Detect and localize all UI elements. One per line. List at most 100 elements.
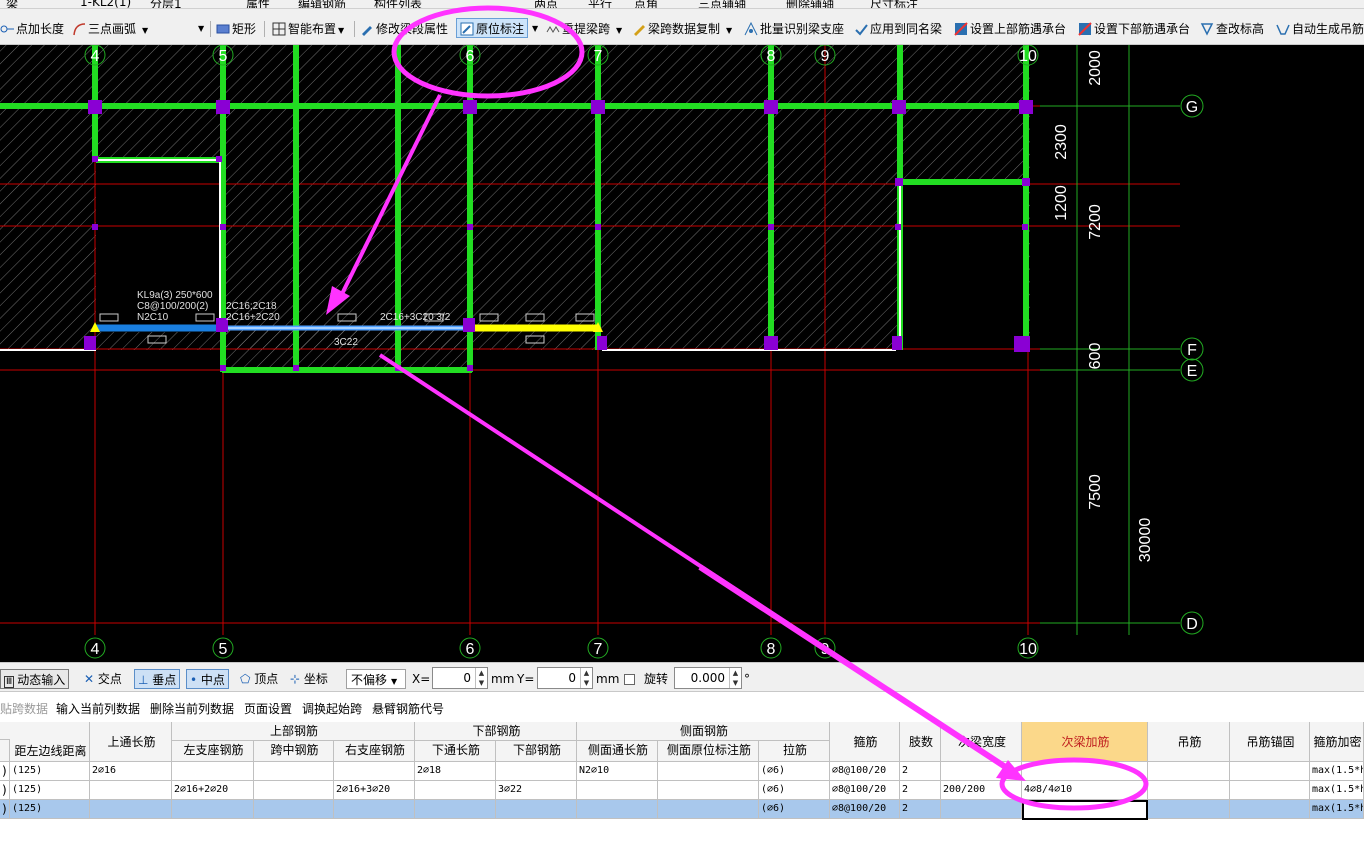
input-column-data-button[interactable]: 输入当前列数据 [56, 700, 140, 717]
cell-stirrup[interactable]: ⌀8@100/20 [830, 781, 900, 800]
annotation-dropdown-arrow[interactable]: ▼ [532, 19, 538, 39]
header-mid-span[interactable]: 跨中钢筋 [254, 741, 334, 762]
cell-secondary-width[interactable]: 200/200 [941, 781, 1022, 800]
cell-left[interactable]: 2⌀16+2⌀20 [172, 781, 254, 800]
rotate-angle-input[interactable]: 0.000 ▲ ▼ [674, 667, 742, 689]
original-annotation-button[interactable]: 原位标注 [456, 18, 529, 38]
header-secondary-width[interactable]: 次梁宽度 [941, 722, 1022, 762]
cell-hanger[interactable] [1148, 800, 1230, 819]
check-elevation-button[interactable]: 查改标高 [1200, 19, 1264, 39]
header-hanger-anchor[interactable]: 吊筋锚固 [1230, 722, 1310, 762]
three-point-arc-button[interactable]: 三点画弧 ▼ [72, 19, 148, 39]
header-side-through[interactable]: 侧面通长筋 [577, 741, 658, 762]
cell-side-original[interactable] [658, 781, 759, 800]
cell-bottom[interactable]: 3⌀22 [496, 781, 577, 800]
cell-bottom[interactable] [496, 762, 577, 781]
cell-secondary-addition[interactable] [1022, 762, 1148, 781]
point-length-button[interactable]: 点加长度 [0, 19, 64, 39]
vertex-snap[interactable]: ⬠ 顶点 [240, 669, 278, 689]
cell-top-through[interactable] [90, 800, 172, 819]
cell-right[interactable] [334, 800, 415, 819]
component-list-button[interactable]: 构件列表 [374, 0, 422, 8]
header-right-support[interactable]: 右支座钢筋 [334, 741, 415, 762]
drawing-canvas[interactable]: 4 5 6 7 8 9 10 4 5 6 7 8 9 10 G F E D 20… [0, 45, 1364, 662]
header-legs[interactable]: 肢数 [900, 722, 941, 762]
header-edge-distance[interactable]: 距左边线距离 [10, 722, 90, 762]
edit-rebar-button[interactable]: 编辑钢筋 [298, 0, 346, 8]
header-tie[interactable]: 拉筋 [759, 741, 830, 762]
component-type-select[interactable]: 梁 [6, 0, 18, 8]
cell-bottom-through[interactable] [415, 800, 496, 819]
coordinate-snap[interactable]: ⊹ 坐标 [290, 669, 328, 689]
header-top-through[interactable]: 上通长筋 [90, 722, 172, 762]
cell-side-original[interactable] [658, 762, 759, 781]
cell-hanger-anchor[interactable] [1230, 800, 1310, 819]
auto-hanger-button[interactable]: 自动生成吊筋 [1276, 19, 1364, 39]
floor-select[interactable]: 分层1 [150, 0, 182, 8]
shape-dropdown-arrow[interactable]: ▼ [198, 19, 204, 39]
cell-hanger[interactable] [1148, 781, 1230, 800]
perpendicular-snap[interactable]: ⊥ 垂点 [134, 669, 181, 689]
batch-identify-button[interactable]: 批量识别梁支座 [744, 19, 844, 39]
header-stirrup[interactable]: 箍筋 [830, 722, 900, 762]
cell-secondary-addition-active[interactable] [1022, 800, 1148, 820]
cell-stirrup[interactable]: ⌀8@100/20 [830, 762, 900, 781]
cell-side-through[interactable] [577, 781, 658, 800]
dynamic-input-toggle[interactable]: Ⅲ 动态输入 [0, 669, 70, 689]
cell-secondary-addition[interactable]: 4⌀8/4⌀10 [1022, 781, 1148, 800]
cell-mid[interactable] [254, 762, 334, 781]
cell-legs[interactable]: 2 [900, 781, 941, 800]
cell-legs[interactable]: 2 [900, 800, 941, 819]
cell-tie[interactable]: (⌀6) [759, 762, 830, 781]
cell-bottom-through[interactable]: 2⌀18 [415, 762, 496, 781]
cell-right[interactable]: 2⌀16+3⌀20 [334, 781, 415, 800]
cell-stirrup[interactable]: ⌀8@100/20 [830, 800, 900, 819]
component-name-select[interactable]: 1-KL2(1) [80, 0, 131, 8]
rotate-checkbox[interactable] [624, 674, 635, 685]
header-bottom-rebar[interactable]: 下部钢筋 [496, 741, 577, 762]
intersection-snap[interactable]: ✕ 交点 [84, 669, 122, 689]
header-side-original[interactable]: 侧面原位标注筋 [658, 741, 759, 762]
reextract-span-button[interactable]: 重提梁跨 ▼ [546, 19, 622, 39]
cell-tie[interactable]: (⌀6) [759, 781, 830, 800]
midpoint-snap[interactable]: • 中点 [186, 669, 229, 689]
cell-mid[interactable] [254, 781, 334, 800]
x-spinner[interactable]: ▲ ▼ [475, 668, 487, 688]
offset-select[interactable]: 不偏移 ▼ [346, 669, 406, 689]
structural-plan-drawing[interactable]: 4 5 6 7 8 9 10 4 5 6 7 8 9 10 G F E D 20… [0, 45, 1364, 662]
header-bottom-through[interactable]: 下通长筋 [415, 741, 496, 762]
cell-edge[interactable]: (125) [10, 781, 90, 800]
three-point-axis-button[interactable]: 三点辅轴 [698, 0, 746, 8]
cantilever-code-button[interactable]: 悬臂钢筋代号 [372, 700, 444, 717]
header-stirrup-dense[interactable]: 箍筋加密 [1310, 722, 1364, 762]
dimension-button[interactable]: 尺寸标注 [870, 0, 918, 8]
x-coordinate-input[interactable]: 0 ▲ ▼ [432, 667, 488, 689]
cell-hanger-anchor[interactable] [1230, 762, 1310, 781]
smart-layout-button[interactable]: 智能布置 ▼ [272, 19, 344, 39]
cell-bottom[interactable] [496, 800, 577, 819]
header-left-support[interactable]: 左支座钢筋 [172, 741, 254, 762]
swap-start-span-button[interactable]: 调换起始跨 [302, 700, 362, 717]
header-hanger[interactable]: 吊筋 [1148, 722, 1230, 762]
cell-side-original[interactable] [658, 800, 759, 819]
cell-hanger[interactable] [1148, 762, 1230, 781]
cell-left[interactable] [172, 800, 254, 819]
delete-axis-button[interactable]: 删除辅轴 [786, 0, 834, 8]
cell-secondary-width[interactable] [941, 762, 1022, 781]
paste-span-data-button[interactable]: 贴跨数据 [0, 700, 48, 717]
cell-stirrup-dense[interactable]: max(1.5*h [1310, 781, 1364, 800]
cell-hanger-anchor[interactable] [1230, 781, 1310, 800]
cell-bottom-through[interactable] [415, 781, 496, 800]
two-point-button[interactable]: 两点 [534, 0, 558, 8]
set-bottom-rebar-button[interactable]: 设置下部筋遇承台 [1078, 19, 1190, 39]
modify-span-props-button[interactable]: 修改梁段属性 [360, 19, 448, 39]
apply-same-name-button[interactable]: 应用到同名梁 [854, 19, 942, 39]
cell-top-through[interactable]: 2⌀16 [90, 762, 172, 781]
cell-mid[interactable] [254, 800, 334, 819]
cell-stirrup-dense[interactable]: max(1.5*h [1310, 762, 1364, 781]
cell-tie[interactable]: (⌀6) [759, 800, 830, 819]
point-angle-button[interactable]: 点角 [634, 0, 658, 8]
cell-legs[interactable]: 2 [900, 762, 941, 781]
cell-side-through[interactable] [577, 800, 658, 819]
span-data-copy-button[interactable]: 梁跨数据复制 ▼ [632, 19, 732, 39]
